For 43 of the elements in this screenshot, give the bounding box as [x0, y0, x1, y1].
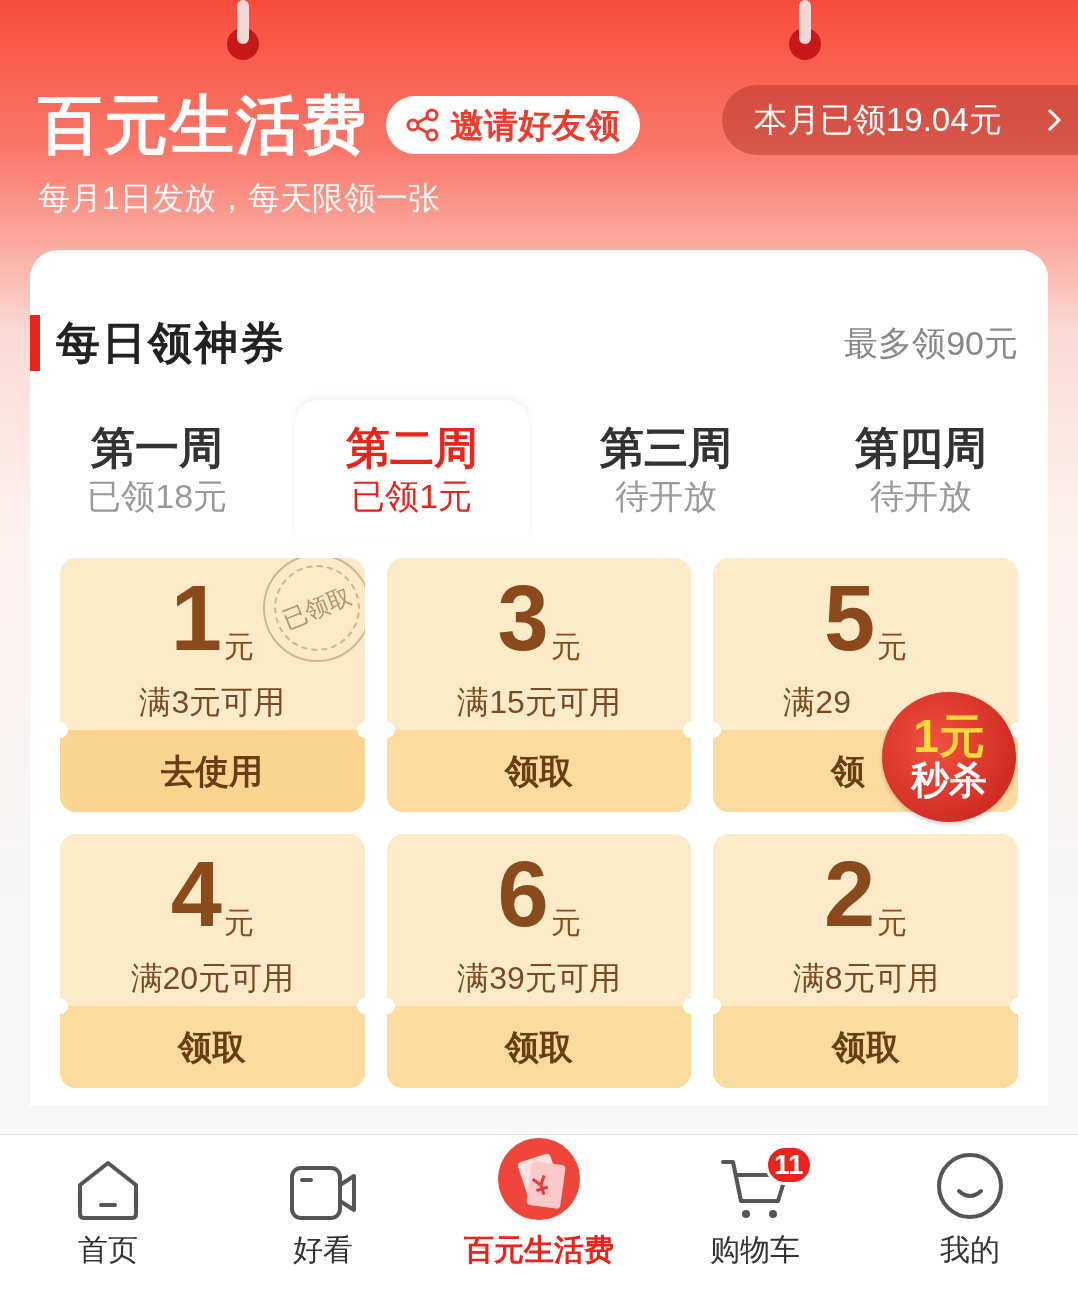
invite-friends-button[interactable]: 邀请好友领 [386, 96, 640, 154]
chevron-right-icon [1046, 107, 1062, 133]
coupon-condition: 满8元可用 [792, 959, 939, 998]
coupon-condition: 满29 [783, 683, 851, 722]
tab-bar-item[interactable]: 购物车 11 [646, 1135, 863, 1298]
coupon-condition: 满20元可用 [130, 959, 295, 998]
share-icon [406, 108, 440, 142]
tab-bar-item[interactable]: 首页 [0, 1135, 216, 1298]
tab-bar-item[interactable]: 我的 [862, 1135, 1078, 1298]
max-amount-note: 最多领90元 [844, 322, 1018, 364]
coupon-unit: 元 [550, 630, 581, 664]
coupon-amount: 6 [497, 848, 549, 940]
coupon-unit: 元 [877, 630, 908, 664]
use-coupon-button[interactable]: 去使用 [60, 730, 365, 812]
coupon-unit: 元 [550, 906, 581, 940]
section-marker [30, 315, 40, 371]
cart-count-badge: 11 [764, 1145, 813, 1185]
coupon-condition: 满39元可用 [457, 959, 621, 998]
coupon-amount: 4 [170, 848, 222, 940]
section-title: 每日领神券 [56, 317, 286, 369]
week-tab[interactable]: 第一周 已领18元 [40, 400, 275, 540]
coupon-unit: 元 [877, 906, 908, 940]
week-tab[interactable]: 第四周 待开放 [803, 400, 1038, 540]
coupon-amount: 5 [824, 572, 876, 664]
envelope-icon [497, 1137, 581, 1221]
tab-bar-item[interactable]: 百元生活费 [431, 1135, 647, 1298]
coupon-amount: 2 [824, 848, 876, 940]
coupon-unit: 元 [223, 630, 254, 664]
subtitle: 每月1日发放，每天限领一张 [38, 182, 441, 214]
coupon-amount: 3 [497, 572, 549, 664]
monthly-claimed-button[interactable]: 本月已领19.04元 [722, 85, 1078, 155]
page-title: 百元生活费 [38, 93, 368, 157]
claimed-stamp: 已领取 [260, 558, 365, 662]
tab-bar-item[interactable]: 好看 [215, 1135, 432, 1298]
coupon-condition: 满3元可用 [139, 683, 286, 722]
week-tab[interactable]: 第三周 待开放 [549, 400, 784, 540]
flash-sale-lantern-badge: 1元 秒杀 [882, 692, 1016, 822]
coupon-unit: 元 [223, 906, 254, 940]
coupon-amount: 1 [170, 572, 222, 664]
week-tab[interactable]: 第二周 已领1元 [294, 400, 529, 540]
coupon-condition: 满15元可用 [457, 683, 621, 722]
video-camera-icon [289, 1165, 358, 1221]
smiley-face-icon [935, 1151, 1006, 1221]
